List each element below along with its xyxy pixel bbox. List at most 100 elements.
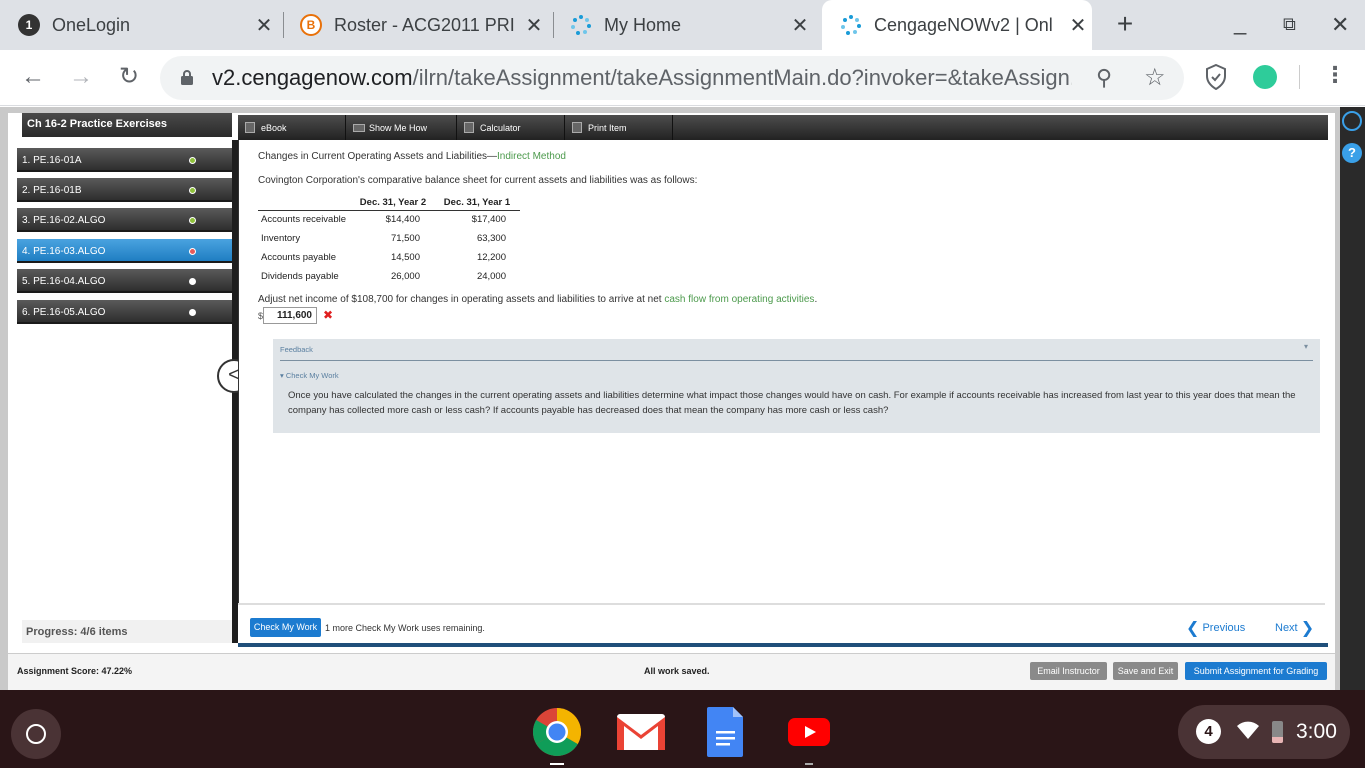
submit-assignment-button[interactable]: Submit Assignment for Grading	[1185, 662, 1327, 680]
youtube-icon[interactable]	[788, 718, 830, 746]
menu-kebab-icon[interactable]: ⋮	[1324, 62, 1346, 88]
gmail-icon[interactable]	[616, 712, 666, 752]
forward-icon[interactable]: →	[66, 62, 96, 92]
sidebar-item-pe-16-03-algo[interactable]: 4. PE.16-03.ALGO	[17, 239, 232, 263]
progress-text: Progress: 4/6 items	[26, 626, 128, 638]
chevron-right-icon: ❯	[1300, 620, 1315, 637]
zoom-icon[interactable]: ⚲	[1096, 65, 1112, 91]
minimize-icon[interactable]: _	[1234, 10, 1246, 36]
check-my-work-toggle[interactable]: ▾ Check My Work	[280, 371, 339, 380]
tab-strip: 1 OneLogin ✕ B Roster - ACG2011 PRI ✕ My…	[0, 0, 1365, 50]
chrome-icon[interactable]	[532, 707, 582, 757]
row-label: Accounts payable	[261, 252, 336, 263]
url-path: /ilrn/takeAssignment/takeAssignmentMain.…	[412, 65, 1072, 90]
cengage-dots-icon	[570, 14, 592, 36]
answer-input[interactable]: 111,600	[263, 307, 317, 324]
address-bar[interactable]: v2.cengagenow.com/ilrn/takeAssignment/ta…	[160, 56, 1184, 100]
next-button[interactable]: Next ❯	[1275, 618, 1314, 638]
tab-title: My Home	[604, 14, 682, 35]
cell-value: $14,400	[385, 214, 420, 226]
cash-flow-link[interactable]: cash flow from operating activities	[664, 294, 814, 305]
question-intro: Covington Corporation's comparative bala…	[258, 175, 698, 186]
save-status: All work saved.	[644, 666, 710, 676]
video-icon	[353, 124, 365, 132]
print-icon	[572, 122, 582, 133]
feedback-panel: Feedback ▾ ▾ Check My Work Once you have…	[273, 339, 1320, 433]
close-tab-icon[interactable]: ✕	[786, 13, 814, 38]
close-tab-icon[interactable]: ✕	[520, 13, 548, 38]
notification-count[interactable]: 4	[1196, 719, 1221, 744]
tab-roster[interactable]: B Roster - ACG2011 PRI ✕	[300, 0, 548, 50]
battery-level	[1272, 737, 1283, 743]
sidebar-item-label: 3. PE.16-02.ALGO	[22, 215, 106, 226]
app-indicator	[805, 763, 813, 765]
sidebar-item-label: 4. PE.16-03.ALGO	[22, 246, 106, 257]
assignment-title: Ch 16-2 Practice Exercises	[22, 113, 232, 137]
tab-title: CengageNOWv2 | Onl	[874, 14, 1053, 35]
feedback-body: Once you have calculated the changes in …	[288, 390, 1296, 416]
feedback-title[interactable]: Feedback	[280, 345, 313, 354]
cell-value: $17,400	[471, 214, 506, 226]
row-label: Accounts receivable	[261, 214, 347, 226]
tool-label: Calculator	[480, 123, 521, 133]
tools-bar: eBook Show Me How Calculator Print Item	[238, 115, 1328, 140]
tab-separator	[283, 12, 284, 38]
feedback-divider	[280, 360, 1313, 361]
email-instructor-button[interactable]: Email Instructor	[1030, 662, 1107, 680]
sidebar-item-pe-16-05-algo[interactable]: 6. PE.16-05.ALGO	[17, 300, 232, 324]
launcher-circle-icon	[26, 724, 46, 744]
extension-icon[interactable]	[1253, 65, 1277, 89]
close-tab-icon[interactable]: ✕	[250, 13, 278, 38]
restore-icon[interactable]: ⧉	[1283, 14, 1296, 35]
docs-icon[interactable]	[707, 707, 744, 757]
sidebar-item-pe-16-01a[interactable]: 1. PE.16-01A	[17, 148, 232, 172]
ebook-button[interactable]: eBook	[238, 115, 346, 140]
sidebar-item-pe-16-01b[interactable]: 2. PE.16-01B	[17, 178, 232, 202]
previous-button[interactable]: ❮ Previous	[1186, 618, 1245, 638]
balance-sheet-table: Dec. 31, Year 2 Dec. 31, Year 1 Accounts…	[258, 196, 520, 286]
indirect-method-link[interactable]: Indirect Method	[497, 151, 566, 162]
cell-value: 14,500	[390, 252, 420, 263]
sidebar-item-pe-16-02-algo[interactable]: 3. PE.16-02.ALGO	[17, 208, 232, 232]
back-icon[interactable]: ←	[18, 62, 48, 92]
shield-extension-icon[interactable]	[1205, 63, 1227, 91]
unanswered-status-icon	[189, 309, 196, 316]
new-tab-button[interactable]: +	[1110, 8, 1140, 40]
sidebar-item-label: 6. PE.16-05.ALGO	[22, 307, 106, 318]
next-label: Next	[1275, 622, 1298, 634]
tab-cengagenow[interactable]: CengageNOWv2 | Onl ✕	[822, 0, 1092, 50]
incorrect-x-icon: ✖	[323, 308, 334, 322]
active-app-indicator	[550, 763, 564, 765]
url-text[interactable]: v2.cengagenow.com/ilrn/takeAssignment/ta…	[212, 65, 1072, 91]
check-my-work-button[interactable]: Check My Work	[250, 618, 321, 637]
calculator-button[interactable]: Calculator	[457, 115, 565, 140]
help-icon[interactable]: ?	[1342, 143, 1362, 163]
calculator-icon	[464, 122, 474, 133]
column-header	[258, 196, 352, 211]
tool-label: Show Me How	[369, 123, 428, 133]
correct-status-icon	[189, 217, 196, 224]
tab-my-home[interactable]: My Home ✕	[570, 0, 814, 50]
bookmark-star-icon[interactable]: ☆	[1144, 63, 1166, 92]
clock[interactable]: 3:00	[1296, 720, 1337, 744]
column-header-year2: Dec. 31, Year 2	[352, 196, 434, 211]
close-window-icon[interactable]: ✕	[1331, 12, 1349, 38]
wifi-icon	[1237, 721, 1259, 741]
print-item-button[interactable]: Print Item	[565, 115, 673, 140]
toolbar-divider	[1299, 65, 1300, 89]
launcher-button[interactable]	[11, 709, 61, 759]
cengage-dots-icon	[840, 14, 862, 36]
refresh-help-icon[interactable]	[1342, 111, 1362, 131]
feedback-collapse-icon[interactable]: ▾	[1304, 342, 1308, 351]
close-tab-icon[interactable]: ✕	[1064, 13, 1092, 38]
save-and-exit-button[interactable]: Save and Exit	[1113, 662, 1178, 680]
lock-icon	[181, 70, 193, 85]
show-me-how-button[interactable]: Show Me How	[346, 115, 457, 140]
tool-label: eBook	[261, 123, 287, 133]
question-title-text: Changes in Current Operating Assets and …	[258, 151, 498, 162]
tab-onelogin[interactable]: 1 OneLogin ✕	[18, 0, 278, 50]
sidebar-item-pe-16-04-algo[interactable]: 5. PE.16-04.ALGO	[17, 269, 232, 293]
os-shelf	[0, 690, 1365, 768]
right-side-panel	[1340, 107, 1365, 690]
reload-icon[interactable]: ↻	[114, 62, 144, 92]
